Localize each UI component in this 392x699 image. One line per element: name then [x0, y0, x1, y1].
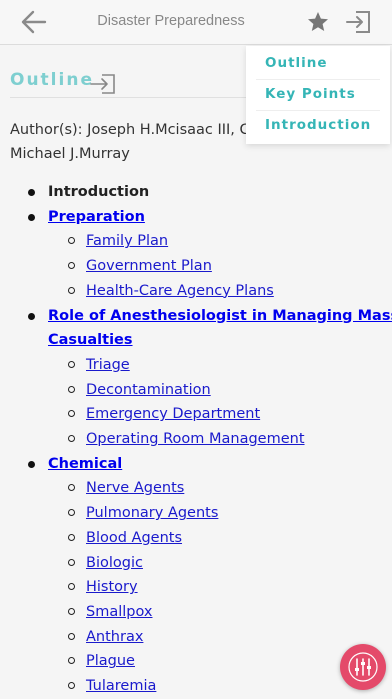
- toc-link[interactable]: Triage: [86, 357, 130, 373]
- toc-item-role-of-anesthesiologist: Role of Anesthesiologist in Managing Mas…: [28, 304, 392, 452]
- toc-link[interactable]: Pulmonary Agents: [86, 505, 218, 521]
- authors-text: Author(s): Joseph H.Mcisaac III, C Micha…: [10, 122, 250, 162]
- toc-subitem: Health-Care Agency Plans: [68, 279, 392, 304]
- toc-link[interactable]: Role of Anesthesiologist in Managing Mas…: [48, 308, 392, 349]
- toc-subitem: Blood Agents: [68, 526, 392, 551]
- page-title: Disaster Preparedness: [97, 13, 245, 29]
- toc-subitem: Biologic: [68, 551, 392, 576]
- toc-subitem: Family Plan: [68, 229, 392, 254]
- toc-link[interactable]: Anthrax: [86, 629, 143, 645]
- toc-subitem: Decontamination: [68, 378, 392, 403]
- section-dropdown-menu: Outline Key Points Introduction: [246, 46, 390, 144]
- toc-link[interactable]: Health-Care Agency Plans: [86, 283, 274, 299]
- menu-divider: [256, 79, 380, 80]
- menu-divider: [256, 110, 380, 111]
- back-button[interactable]: [20, 9, 48, 35]
- toc-link[interactable]: Chemical: [48, 456, 122, 472]
- toc-subitem: Anthrax: [68, 625, 392, 650]
- outline-heading: Outline: [10, 70, 94, 90]
- menu-item-outline[interactable]: Outline: [265, 55, 328, 71]
- toc-item-preparation: Preparation Family Plan Government Plan …: [28, 205, 392, 304]
- star-icon: [308, 12, 328, 31]
- toc-item-introduction: Introduction: [28, 180, 392, 205]
- toc-list: Introduction Preparation Family Plan Gov…: [10, 180, 392, 699]
- toc-link[interactable]: Blood Agents: [86, 530, 182, 546]
- settings-fab[interactable]: [340, 644, 386, 690]
- exit-to-app-icon: [346, 11, 370, 33]
- toc-subitem: Nerve Agents: [68, 476, 392, 501]
- menu-item-introduction[interactable]: Introduction: [265, 117, 371, 133]
- favorite-button[interactable]: [306, 10, 330, 34]
- toc-link[interactable]: Plague: [86, 653, 135, 669]
- toc-subitem: Smallpox: [68, 600, 392, 625]
- toc-label: Introduction: [48, 184, 150, 200]
- toc-subitem: Government Plan: [68, 254, 392, 279]
- toc-link[interactable]: Tularemia: [86, 678, 156, 694]
- toc-link[interactable]: Nerve Agents: [86, 480, 184, 496]
- sliders-icon: [348, 652, 378, 682]
- toc-link[interactable]: History: [86, 579, 138, 595]
- toc-subitem: Pulmonary Agents: [68, 501, 392, 526]
- toc-link[interactable]: Emergency Department: [86, 406, 260, 422]
- exit-button[interactable]: [344, 9, 372, 35]
- toc-link[interactable]: Operating Room Management: [86, 431, 305, 447]
- toc-subitem: History: [68, 575, 392, 600]
- toc-subitem: Operating Room Management: [68, 427, 392, 452]
- toc-link[interactable]: Government Plan: [86, 258, 212, 274]
- top-bar: Disaster Preparedness: [0, 0, 392, 45]
- arrow-left-icon: [21, 10, 47, 34]
- menu-item-key-points[interactable]: Key Points: [265, 86, 356, 102]
- exit-to-app-icon[interactable]: [90, 73, 116, 95]
- toc-link[interactable]: Biologic: [86, 555, 143, 571]
- toc-subitem: Emergency Department: [68, 402, 392, 427]
- toc-subitem: Triage: [68, 353, 392, 378]
- toc-link[interactable]: Smallpox: [86, 604, 152, 620]
- toc-link[interactable]: Family Plan: [86, 233, 168, 249]
- toc-link[interactable]: Decontamination: [86, 382, 211, 398]
- toc-link[interactable]: Preparation: [48, 209, 145, 225]
